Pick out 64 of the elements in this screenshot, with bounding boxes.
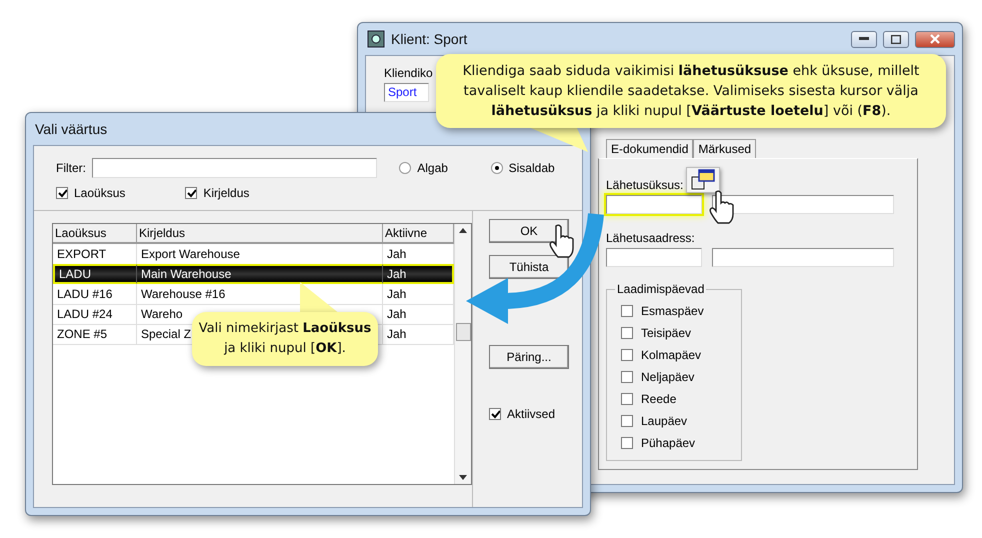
table-cell[interactable]: LADU (53, 264, 137, 284)
checkbox[interactable] (621, 305, 633, 317)
table-cell[interactable]: LADU #16 (53, 284, 137, 305)
checkbox[interactable] (621, 437, 633, 449)
hand-cursor-icon (548, 224, 576, 258)
field-label: Lähetusüksus: (606, 178, 684, 192)
checkbox[interactable] (621, 415, 633, 427)
checkbox-label: Kolmapäev (641, 348, 702, 362)
checkbox-label: Aktiivsed (507, 407, 556, 421)
lookup-button[interactable] (686, 167, 720, 193)
tab[interactable]: Märkused (693, 139, 756, 158)
window-title: Klient: Sport (391, 31, 468, 47)
checkbox-label: Teisipäev (641, 326, 692, 340)
close-icon (930, 34, 940, 44)
field-label: Kliendiko (384, 66, 433, 80)
checkbox[interactable] (56, 187, 68, 199)
field-label: Lähetusaadress: (606, 231, 695, 245)
windows-icon (691, 169, 715, 191)
radio-button[interactable] (490, 162, 503, 174)
checkbox-label: Reede (641, 392, 676, 406)
checkbox-label: Laoüksus (74, 186, 126, 200)
checkbox-label: Esmaspäev (641, 304, 704, 318)
maximize-button[interactable] (883, 30, 909, 48)
input-field[interactable] (606, 248, 702, 267)
checkbox[interactable] (621, 393, 633, 405)
radio-button[interactable] (399, 162, 412, 174)
shipping-unit-field[interactable] (606, 195, 702, 214)
client-code-field[interactable]: Sport (384, 83, 429, 102)
column-header[interactable]: Laoüksus (53, 224, 137, 244)
column-header[interactable]: Aktiivne (383, 224, 454, 244)
checkbox-label: Neljapäev (641, 370, 694, 384)
checkbox[interactable] (621, 349, 633, 361)
field-label: Filter: (56, 161, 86, 175)
dialog-button[interactable]: Päring... (489, 345, 569, 369)
checkbox-label: Pühapäev (641, 436, 696, 450)
dialog-button[interactable]: Tühista (489, 255, 569, 279)
checkbox[interactable] (489, 408, 501, 420)
minimize-button[interactable] (851, 30, 877, 48)
minimize-icon (859, 37, 869, 41)
checkbox[interactable] (621, 371, 633, 383)
checkbox[interactable] (621, 327, 633, 339)
table-cell[interactable]: Jah (383, 264, 454, 284)
scroll-up-icon (459, 228, 467, 233)
checkbox-label: Kirjeldus (203, 186, 250, 200)
scrollbar[interactable] (454, 224, 471, 484)
column-header[interactable]: Kirjeldus (137, 224, 383, 244)
radio-label: Algab (417, 161, 448, 175)
input-field[interactable] (712, 248, 894, 267)
checkbox[interactable] (185, 187, 198, 199)
table-cell[interactable]: ZONE #5 (53, 324, 137, 345)
scroll-down-icon (459, 475, 467, 480)
filter-field[interactable] (92, 158, 378, 178)
app-icon (367, 30, 385, 48)
table-cell[interactable]: LADU #24 (53, 304, 137, 325)
maximize-icon (891, 34, 901, 44)
table-cell[interactable]: Main Warehouse (137, 264, 383, 284)
group-title: Laadimispäevad (615, 282, 706, 296)
tab[interactable]: E-dokumendid (606, 139, 694, 158)
hand-cursor-icon (708, 190, 736, 224)
radio-label: Sisaldab (508, 161, 555, 175)
window-title: Vali väärtus (35, 121, 108, 137)
scroll-thumb[interactable] (456, 323, 470, 341)
close-button[interactable] (915, 30, 955, 48)
checkbox-label: Laupäev (641, 414, 688, 428)
